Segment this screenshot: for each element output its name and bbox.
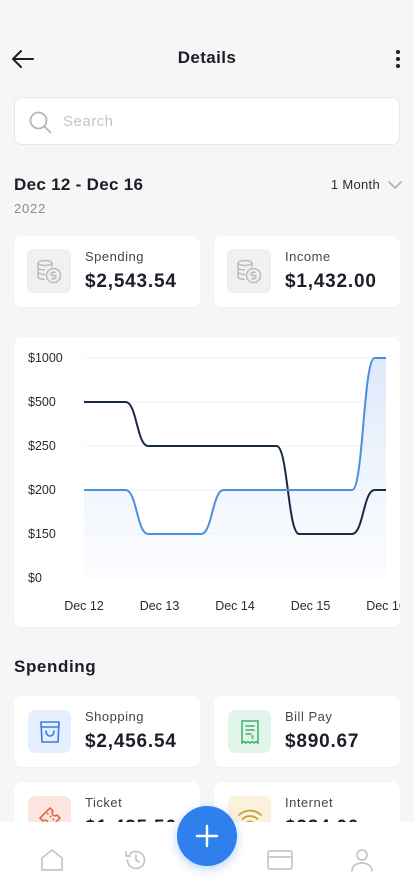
y-tick-label: $250 [28,439,56,453]
y-tick-label: $150 [28,527,56,541]
category-label: Shopping [85,709,144,724]
spending-summary-card[interactable]: Spending $2,543.54 [14,236,200,307]
nav-history[interactable] [122,846,150,874]
search-icon [29,111,52,134]
x-tick-label: Dec 14 [215,599,255,613]
period-label: 1 Month [330,177,380,192]
plus-icon [195,824,219,848]
y-tick-label: $200 [28,483,56,497]
income-value: $1,432.00 [285,271,377,292]
nav-profile[interactable] [348,846,376,874]
y-tick-label: $0 [28,571,42,585]
category-card-bill-pay[interactable]: Bill Pay $890.67 [214,696,400,767]
income-summary-card[interactable]: Income $1,432.00 [214,236,400,307]
spending-value: $2,543.54 [85,271,177,292]
coins-icon [27,249,71,293]
date-range-label: Dec 12 - Dec 16 [14,175,144,194]
income-label: Income [285,249,331,264]
x-tick-label: Dec 16 [366,599,400,613]
nav-cards[interactable] [266,846,294,874]
category-label: Ticket [85,795,123,810]
history-icon [125,850,146,870]
category-label: Bill Pay [285,709,333,724]
nav-home[interactable] [38,846,66,874]
x-tick-label: Dec 13 [140,599,180,613]
category-label: Internet [285,795,334,810]
spending-section-title: Spending [14,657,97,676]
search-input[interactable] [63,98,383,144]
category-value: $890.67 [285,731,360,752]
shopping-bag-icon [28,710,71,753]
category-value: $2,456.54 [85,731,177,752]
chevron-down-icon [388,180,402,189]
y-tick-label: $1000 [28,351,63,365]
card-icon [267,850,293,870]
coins-icon [227,249,271,293]
series-area [84,358,386,578]
header: Details [0,38,414,78]
search-bar [14,97,400,145]
add-transaction-button[interactable] [177,806,237,866]
page-title: Details [177,48,237,67]
y-tick-label: $500 [28,395,56,409]
spending-chart: $1000 $500 $250 $200 $150 $0 Dec 12 Dec 13 Dec … [28,351,400,613]
period-dropdown[interactable]: 1 Month [331,177,402,192]
profile-icon [351,849,373,872]
x-tick-label: Dec 12 [64,599,104,613]
category-card-shopping[interactable]: Shopping $2,456.54 [14,696,200,767]
x-tick-label: Dec 15 [291,599,331,613]
receipt-icon [228,710,271,753]
spending-label: Spending [85,249,144,264]
date-range-year: 2022 [14,201,47,216]
chart-card: $1000 $500 $250 $200 $150 $0 Dec 12 Dec 13 Dec … [14,337,400,627]
more-vertical-icon [396,50,400,68]
more-button[interactable] [392,44,404,74]
home-icon [41,849,63,871]
